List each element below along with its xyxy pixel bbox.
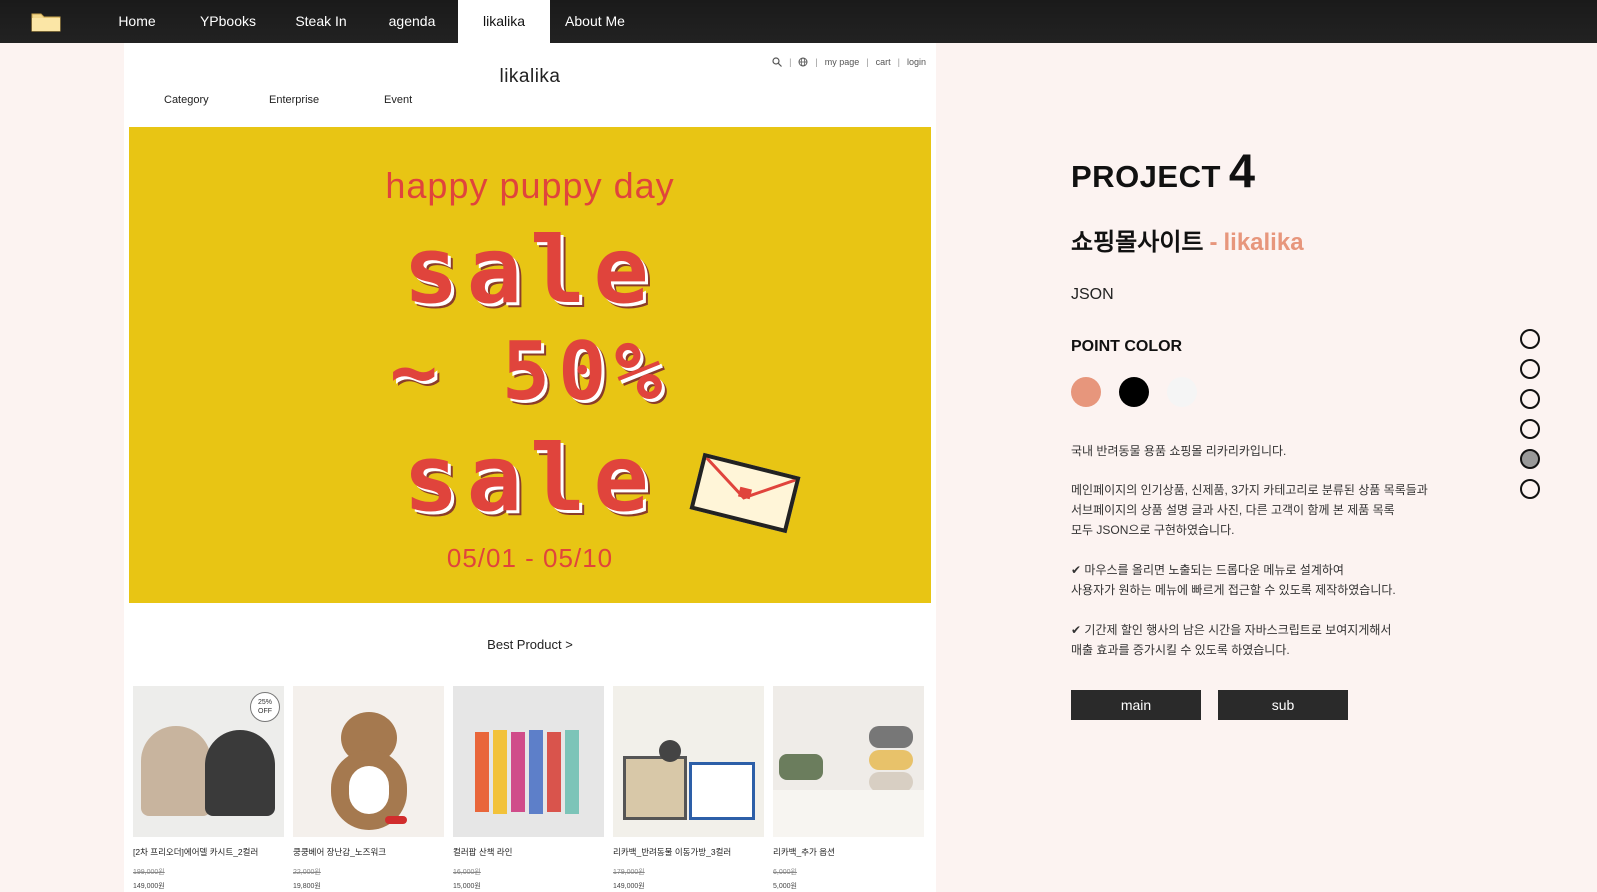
product-card[interactable]: 쿵쿵베어 장난감_노즈워크 22,000원 19,800원 bbox=[293, 686, 444, 891]
product-card[interactable]: 25% OFF [2차 프리오더]에어델 카시트_2컬러 199,000원 149… bbox=[133, 686, 284, 891]
banner-dates: 05/01 - 05/10 bbox=[446, 543, 614, 573]
pager-dot[interactable] bbox=[1520, 449, 1540, 469]
description-timer: ✔ 기간제 할인 행사의 남은 시간을 자바스크립트로 보여지게해서 매출 효과… bbox=[1071, 620, 1491, 660]
product-old-price: 179,000원 bbox=[613, 869, 645, 876]
project-number: 4 bbox=[1228, 144, 1256, 197]
product-price: 149,000원 bbox=[133, 883, 165, 890]
subtitle-brand: likalika bbox=[1223, 229, 1304, 256]
color-swatch-black bbox=[1119, 377, 1149, 407]
subtitle-dash: - bbox=[1209, 229, 1218, 256]
product-name[interactable]: 쿵쿵베어 장난감_노즈워크 bbox=[293, 846, 444, 858]
product-old-price: 22,000원 bbox=[293, 869, 321, 876]
check-icon: ✔ bbox=[1071, 563, 1082, 577]
description-line: 서브페이지의 상품 설명 글과 사진, 다른 고객이 함께 본 제품 목록 bbox=[1071, 503, 1395, 517]
product-old-price: 199,000원 bbox=[133, 869, 165, 876]
badge-percent: 25% bbox=[257, 699, 272, 706]
sub-button[interactable]: sub bbox=[1218, 690, 1348, 720]
banner-sale-text: sale bbox=[403, 425, 657, 532]
product-old-price: 6,000원 bbox=[773, 869, 797, 876]
nav-steak-in[interactable]: Steak In bbox=[279, 0, 363, 43]
product-name[interactable]: 리카백_반려동물 이동가방_3컬러 bbox=[613, 846, 764, 858]
tech-stack: JSON bbox=[1071, 286, 1114, 303]
pager-dot[interactable] bbox=[1520, 419, 1540, 439]
description-line: 모두 JSON으로 구현하였습니다. bbox=[1071, 523, 1235, 537]
product-image[interactable] bbox=[773, 686, 924, 837]
project-subtitle: 쇼핑몰사이트 - likalika bbox=[1071, 222, 1304, 257]
product-list: 25% OFF [2차 프리오더]에어델 카시트_2컬러 199,000원 149… bbox=[133, 686, 924, 891]
pager-dot[interactable] bbox=[1520, 329, 1540, 349]
menu-event[interactable]: Event bbox=[384, 94, 412, 106]
product-image[interactable] bbox=[453, 686, 604, 837]
top-navbar: Home YPbooks Steak In agenda likalika Ab… bbox=[0, 0, 1597, 43]
badge-off: OFF bbox=[258, 708, 272, 715]
description-line: 메인페이지의 인기상품, 신제품, 3가지 카테고리로 분류된 상품 목록들과 bbox=[1071, 483, 1428, 497]
subtitle-korean: 쇼핑몰사이트 bbox=[1071, 229, 1204, 256]
color-swatch-salmon bbox=[1071, 377, 1101, 407]
pager-dot[interactable] bbox=[1520, 479, 1540, 499]
discount-badge: 25% OFF bbox=[250, 692, 280, 722]
banner-headline: happy puppy day bbox=[385, 165, 675, 206]
banner-sale-text: sale bbox=[403, 217, 657, 324]
best-product-link[interactable]: Best Product > bbox=[124, 637, 936, 652]
project-preview: | | my page | cart | login likalika Cate… bbox=[124, 43, 936, 892]
product-price: 5,000원 bbox=[773, 883, 797, 890]
project-title: PROJECT 4 bbox=[1071, 143, 1255, 198]
main-button[interactable]: main bbox=[1071, 690, 1201, 720]
product-name[interactable]: 리카백_추가 옵션 bbox=[773, 846, 924, 858]
product-old-price: 16,000원 bbox=[453, 869, 481, 876]
pager-dot[interactable] bbox=[1520, 389, 1540, 409]
product-price: 19,800원 bbox=[293, 883, 321, 890]
nav-about-me[interactable]: About Me bbox=[553, 0, 637, 43]
description-line: 마우스를 올리면 노출되는 드롭다운 메뉴로 설계하여 bbox=[1084, 563, 1344, 577]
description-line: 기간제 할인 행사의 남은 시간을 자바스크립트로 보여지게해서 bbox=[1084, 623, 1392, 637]
nav-home[interactable]: Home bbox=[98, 0, 176, 43]
point-color-label: POINT COLOR bbox=[1071, 338, 1183, 355]
product-card[interactable]: 리카백_반려동물 이동가방_3컬러 179,000원 149,000원 bbox=[613, 686, 764, 891]
menu-enterprise[interactable]: Enterprise bbox=[269, 94, 319, 106]
product-name[interactable]: 컬러팝 산책 라인 bbox=[453, 846, 604, 858]
section-pager bbox=[1520, 329, 1540, 499]
product-image[interactable] bbox=[293, 686, 444, 837]
description-json: 메인페이지의 인기상품, 신제품, 3가지 카테고리로 분류된 상품 목록들과 … bbox=[1071, 480, 1491, 540]
description-line: 사용자가 원하는 메뉴에 빠르게 접근할 수 있도록 제작하였습니다. bbox=[1071, 583, 1396, 597]
product-price: 15,000원 bbox=[453, 883, 481, 890]
description-intro: 국내 반려동물 용품 쇼핑몰 리카리카입니다. bbox=[1071, 444, 1287, 458]
description-line: 매출 효과를 증가시킬 수 있도록 하였습니다. bbox=[1071, 643, 1290, 657]
product-image[interactable] bbox=[613, 686, 764, 837]
project-word: PROJECT bbox=[1071, 159, 1221, 194]
folder-icon[interactable] bbox=[31, 11, 61, 32]
description-dropdown: ✔ 마우스를 올리면 노출되는 드롭다운 메뉴로 설계하여 사용자가 원하는 메… bbox=[1071, 560, 1491, 600]
site-logo[interactable]: likalika bbox=[124, 66, 936, 88]
product-card[interactable]: 리카백_추가 옵션 6,000원 5,000원 bbox=[773, 686, 924, 891]
product-name[interactable]: [2차 프리오더]에어델 카시트_2컬러 bbox=[133, 846, 284, 858]
pager-dot[interactable] bbox=[1520, 359, 1540, 379]
product-card[interactable]: 컬러팝 산책 라인 16,000원 15,000원 bbox=[453, 686, 604, 891]
nav-agenda[interactable]: agenda bbox=[370, 0, 454, 43]
nav-likalika[interactable]: likalika bbox=[458, 0, 550, 43]
color-swatch-white bbox=[1167, 377, 1197, 407]
product-image[interactable]: 25% OFF bbox=[133, 686, 284, 837]
nav-ypbooks[interactable]: YPbooks bbox=[186, 0, 270, 43]
menu-category[interactable]: Category bbox=[164, 94, 209, 106]
sale-banner[interactable]: happy puppy day sale ~ 50% sale 05/01 - … bbox=[129, 127, 931, 603]
banner-discount-text: ~ 50% bbox=[389, 325, 671, 418]
point-color-swatches bbox=[1071, 377, 1197, 407]
check-icon: ✔ bbox=[1071, 623, 1082, 637]
product-price: 149,000원 bbox=[613, 883, 645, 890]
